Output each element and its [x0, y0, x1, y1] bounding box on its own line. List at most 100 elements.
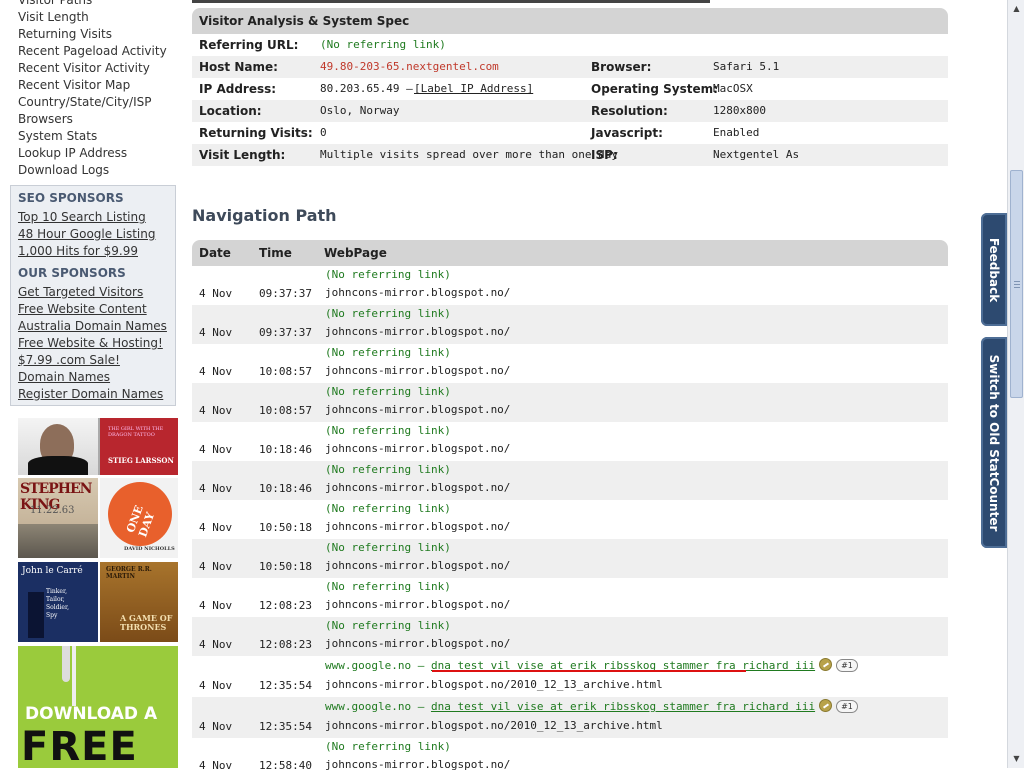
javascript-label: Javascript:	[591, 126, 663, 140]
nav-item-download-logs[interactable]: Download Logs	[18, 162, 167, 179]
download-free-ad[interactable]: DOWNLOAD A FREE	[18, 646, 178, 768]
grip-icon	[1014, 281, 1020, 282]
our-sponsors-heading: OUR SPONSORS	[18, 266, 126, 280]
referring-link: (No referring link)	[325, 580, 451, 593]
sponsor-link-1000hits[interactable]: 1,000 Hits for $9.99	[11, 243, 175, 260]
table-row: (No referring link) 4 Nov 10:08:57 johnc…	[192, 344, 948, 383]
sponsor-link-domain-names[interactable]: Domain Names	[11, 369, 175, 386]
host-name-label: Host Name:	[199, 60, 278, 74]
row-webpage[interactable]: johncons-mirror.blogspot.no/	[325, 442, 510, 455]
scroll-down-icon[interactable]: ▼	[1009, 751, 1024, 766]
row-date: 4 Nov	[199, 560, 233, 573]
referring-site[interactable]: www.google.no —	[325, 700, 424, 713]
nav-item-browsers[interactable]: Browsers	[18, 111, 167, 128]
feedback-tab-label: Feedback	[987, 237, 1001, 302]
nav-item-recent-pageload[interactable]: Recent Pageload Activity	[18, 43, 167, 60]
spec-row-ip: IP Address: 80.203.65.49 — [Label IP Add…	[192, 78, 948, 100]
table-row: www.google.no — dna test vil vise at eri…	[192, 656, 948, 697]
top-divider	[192, 0, 710, 3]
row-webpage[interactable]: johncons-mirror.blogspot.no/	[325, 520, 510, 533]
row-webpage[interactable]: johncons-mirror.blogspot.no/2010_12_13_a…	[325, 719, 663, 732]
nav-item-system-stats[interactable]: System Stats	[18, 128, 167, 145]
book-cover-portrait	[18, 418, 98, 475]
visitor-spec-table: Referring URL: (No referring link) Host …	[192, 34, 948, 166]
referring-link: (No referring link)	[325, 307, 451, 320]
row-webpage[interactable]: johncons-mirror.blogspot.no/	[325, 559, 510, 572]
column-time: Time	[259, 246, 292, 260]
row-date: 4 Nov	[199, 287, 233, 300]
sponsor-box: SEO SPONSORS Top 10 Search Listing 48 Ho…	[10, 185, 176, 406]
visit-length-label: Visit Length:	[199, 148, 286, 162]
feedback-tab[interactable]: Feedback	[981, 213, 1007, 326]
row-webpage[interactable]: johncons-mirror.blogspot.no/	[325, 364, 510, 377]
referring-url-value: (No referring link)	[320, 38, 446, 51]
sponsor-link-targeted-visitors[interactable]: Get Targeted Visitors	[11, 284, 175, 301]
nav-item-country-state-city[interactable]: Country/State/City/ISP	[18, 94, 167, 111]
book-ad-banner[interactable]: THE GIRL WITH THE DRAGON TATTOO STIEG LA…	[18, 418, 178, 768]
spec-panel-header: Visitor Analysis & System Spec	[192, 8, 948, 34]
navigation-path-title: Navigation Path	[192, 206, 337, 225]
referring-url-label: Referring URL:	[199, 38, 299, 52]
nav-item-recent-visitor-map[interactable]: Recent Visitor Map	[18, 77, 167, 94]
browser-label: Browser:	[591, 60, 652, 74]
row-webpage[interactable]: johncons-mirror.blogspot.no/	[325, 403, 510, 416]
book-cover-dragon-tattoo: THE GIRL WITH THE DRAGON TATTOO STIEG LA…	[100, 418, 178, 475]
sponsor-link-free-hosting[interactable]: Free Website & Hosting!	[11, 335, 175, 352]
referring-link: (No referring link)	[325, 463, 451, 476]
book-cover-le-carre: John le Carré Tinker, Tailor, Soldier, S…	[18, 562, 98, 642]
scrollbar-thumb[interactable]	[1010, 170, 1023, 398]
row-webpage[interactable]: johncons-mirror.blogspot.no/	[325, 637, 510, 650]
nav-item-visit-length[interactable]: Visit Length	[18, 9, 167, 26]
sponsor-link-com-sale[interactable]: $7.99 .com Sale!	[11, 352, 175, 369]
label-ip-address-link[interactable]: [Label IP Address]	[414, 78, 533, 100]
resolution-label: Resolution:	[591, 104, 668, 118]
sponsor-link-free-content[interactable]: Free Website Content	[11, 301, 175, 318]
row-date: 4 Nov	[199, 365, 233, 378]
host-name-value: 49.80-203-65.nextgentel.com	[320, 60, 499, 73]
row-date: 4 Nov	[199, 679, 233, 692]
vertical-scrollbar[interactable]: ▲ ▼	[1007, 0, 1024, 768]
row-time: 09:37:37	[259, 326, 312, 339]
referring-link: (No referring link)	[325, 619, 451, 632]
row-webpage[interactable]: johncons-mirror.blogspot.no/	[325, 481, 510, 494]
row-webpage[interactable]: johncons-mirror.blogspot.no/	[325, 286, 510, 299]
table-row: (No referring link) 4 Nov 12:08:23 johnc…	[192, 617, 948, 656]
row-time: 10:18:46	[259, 482, 312, 495]
referring-link: (No referring link)	[325, 424, 451, 437]
row-date: 4 Nov	[199, 482, 233, 495]
row-time: 12:08:23	[259, 638, 312, 651]
keyword-lookup-icon[interactable]	[819, 699, 833, 712]
sponsor-link-register-domains[interactable]: Register Domain Names	[11, 386, 175, 403]
row-time: 09:37:37	[259, 287, 312, 300]
google-referral: www.google.no — dna test vil vise at eri…	[325, 699, 858, 713]
isp-value: Nextgentel As	[713, 148, 800, 161]
row-webpage[interactable]: johncons-mirror.blogspot.no/2010_12_13_a…	[325, 678, 663, 691]
row-time: 10:50:18	[259, 560, 312, 573]
nav-item-lookup-ip[interactable]: Lookup IP Address	[18, 145, 167, 162]
sponsor-link-top10[interactable]: Top 10 Search Listing	[11, 209, 175, 226]
row-date: 4 Nov	[199, 326, 233, 339]
row-time: 10:08:57	[259, 404, 312, 417]
keyword-lookup-icon[interactable]	[819, 658, 833, 671]
navigation-path-table: (No referring link) 4 Nov 09:37:37 johnc…	[192, 266, 948, 777]
row-webpage[interactable]: johncons-mirror.blogspot.no/	[325, 325, 510, 338]
nav-item-returning-visits[interactable]: Returning Visits	[18, 26, 167, 43]
referring-link: (No referring link)	[325, 541, 451, 554]
sponsor-link-48hour[interactable]: 48 Hour Google Listing	[11, 226, 175, 243]
row-time: 10:50:18	[259, 521, 312, 534]
isp-label: ISP:	[591, 148, 618, 162]
column-date: Date	[199, 246, 231, 260]
nav-item-recent-visitor-activity[interactable]: Recent Visitor Activity	[18, 60, 167, 77]
scroll-up-icon[interactable]: ▲	[1009, 1, 1024, 16]
row-webpage[interactable]: johncons-mirror.blogspot.no/	[325, 758, 510, 771]
column-webpage: WebPage	[324, 246, 387, 260]
row-webpage[interactable]: johncons-mirror.blogspot.no/	[325, 598, 510, 611]
referring-site[interactable]: www.google.no —	[325, 659, 424, 672]
returning-visits-value: 0	[320, 126, 327, 139]
sponsor-link-australia-domains[interactable]: Australia Domain Names	[11, 318, 175, 335]
row-time: 12:35:54	[259, 679, 312, 692]
referring-link: (No referring link)	[325, 346, 451, 359]
nav-item-visitor-paths[interactable]: Visitor Paths	[18, 0, 167, 9]
switch-old-statcounter-tab[interactable]: Switch to Old StatCounter	[981, 337, 1007, 548]
search-query-link[interactable]: dna test vil vise at erik ribsskog stamm…	[431, 700, 815, 713]
